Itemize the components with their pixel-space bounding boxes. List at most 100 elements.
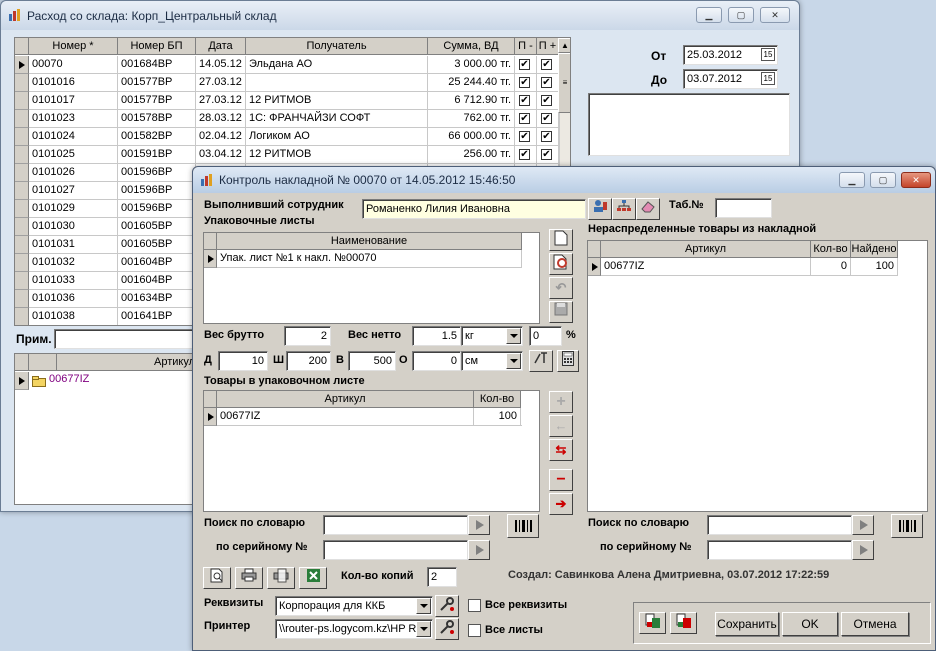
serial-search-field-right[interactable] bbox=[707, 540, 852, 560]
extra-percent-field[interactable]: 0 bbox=[529, 326, 562, 346]
table-row[interactable]: 0101023 001578BP 28.03.12 1С: ФРАНЧАЙЗИ СОФ… bbox=[15, 110, 559, 128]
col-recipient[interactable]: Получатель bbox=[246, 38, 428, 55]
col-found[interactable]: Найдено bbox=[851, 241, 898, 258]
print-icon[interactable] bbox=[235, 567, 263, 589]
p-plus-checkbox[interactable]: ✔ bbox=[541, 149, 552, 160]
filter-notes-area[interactable] bbox=[588, 93, 790, 156]
p-plus-checkbox[interactable]: ✔ bbox=[541, 95, 552, 106]
col-name[interactable]: Наименование bbox=[217, 233, 522, 250]
col-bp-number[interactable]: Номер БП bbox=[118, 38, 196, 55]
table-row[interactable]: 00677IZ 0 100 bbox=[588, 258, 898, 276]
requisites-select[interactable]: Корпорация для ККБ bbox=[275, 596, 433, 616]
p-minus-checkbox[interactable]: ✔ bbox=[519, 59, 530, 70]
edit-document-icon[interactable] bbox=[549, 253, 573, 275]
scroll-up-button[interactable]: ▲ bbox=[558, 38, 570, 53]
search-go-icon[interactable] bbox=[852, 515, 874, 535]
ok-button[interactable]: OK bbox=[782, 612, 838, 636]
search-dictionary-field[interactable] bbox=[323, 515, 468, 535]
p-minus-checkbox[interactable]: ✔ bbox=[519, 113, 530, 124]
export-red-icon[interactable] bbox=[670, 612, 697, 634]
requisites-settings-icon[interactable] bbox=[435, 595, 459, 617]
table-row[interactable]: Упак. лист №1 к накл. №00070 bbox=[204, 250, 522, 268]
eraser-icon[interactable] bbox=[636, 198, 660, 220]
table-row[interactable]: 00677IZ bbox=[15, 372, 198, 390]
printer-select[interactable]: \\router-ps.logycom.kz\HP R bbox=[275, 619, 433, 639]
dropdown-arrow-icon[interactable] bbox=[416, 598, 431, 614]
maximize-button[interactable]: ▢ bbox=[728, 7, 754, 23]
volume-field[interactable]: 0 bbox=[412, 351, 461, 371]
table-row[interactable]: 0101024 001582BP 02.04.12 Логиком АО 66 000.… bbox=[15, 128, 559, 146]
main-titlebar[interactable]: Расход со склада: Корп_Центральный склад… bbox=[1, 1, 799, 30]
col-p-plus[interactable]: П + bbox=[537, 38, 559, 55]
plus-icon[interactable]: + bbox=[549, 391, 573, 413]
table-row[interactable]: 0101016 001577BP 27.03.12 25 244.40 тг. ✔ ✔ bbox=[15, 74, 559, 92]
tab-number-field[interactable] bbox=[715, 198, 772, 218]
close-button[interactable]: ✕ bbox=[901, 172, 931, 188]
col-number[interactable]: Номер * bbox=[29, 38, 118, 55]
search-dictionary-field-right[interactable] bbox=[707, 515, 852, 535]
search-go-icon[interactable] bbox=[468, 515, 490, 535]
arrow-right-icon[interactable]: ➔ bbox=[549, 493, 573, 515]
maximize-button[interactable]: ▢ bbox=[870, 172, 896, 188]
table-row[interactable]: 0101017 001577BP 27.03.12 12 РИТМОВ 6 712.90… bbox=[15, 92, 559, 110]
serial-search-field[interactable] bbox=[323, 540, 468, 560]
p-minus-checkbox[interactable]: ✔ bbox=[519, 95, 530, 106]
preview-icon[interactable] bbox=[203, 567, 231, 589]
col-p-minus[interactable]: П - bbox=[515, 38, 537, 55]
barcode-icon[interactable] bbox=[507, 514, 539, 538]
weight-unit-select[interactable]: кг bbox=[461, 326, 523, 346]
serial-go-icon[interactable] bbox=[468, 540, 490, 560]
width-field[interactable]: 200 bbox=[286, 351, 331, 371]
col-quantity[interactable]: Кол-во bbox=[474, 391, 521, 408]
calendar-icon[interactable]: 15 bbox=[761, 72, 775, 85]
arrow-left-icon[interactable]: ← bbox=[549, 415, 573, 437]
scroll-thumb[interactable]: ≡ bbox=[558, 53, 570, 113]
calendar-icon[interactable]: 15 bbox=[761, 48, 775, 61]
dropdown-arrow-icon[interactable] bbox=[506, 328, 521, 344]
col-quantity[interactable]: Кол-во bbox=[811, 241, 851, 258]
measure-icon[interactable] bbox=[529, 350, 553, 372]
export-green-icon[interactable] bbox=[639, 612, 666, 634]
barcode-icon[interactable] bbox=[891, 514, 923, 538]
undo-icon[interactable]: ↶ bbox=[549, 277, 573, 299]
from-date-field[interactable]: 25.03.2012 15 bbox=[683, 45, 778, 65]
col-article[interactable]: Артикул bbox=[217, 391, 474, 408]
height-field[interactable]: 500 bbox=[348, 351, 396, 371]
all-requisites-checkbox[interactable] bbox=[468, 599, 481, 612]
p-minus-checkbox[interactable]: ✔ bbox=[519, 149, 530, 160]
close-button[interactable]: ✕ bbox=[760, 7, 790, 23]
size-unit-select[interactable]: см bbox=[461, 351, 523, 371]
save-button[interactable]: Сохранить bbox=[715, 612, 779, 636]
save-disk-icon[interactable] bbox=[549, 301, 573, 323]
printer-settings-icon[interactable] bbox=[435, 618, 459, 640]
calculator-icon[interactable] bbox=[557, 350, 579, 372]
dropdown-arrow-icon[interactable] bbox=[416, 621, 431, 637]
gross-weight-field[interactable]: 2 bbox=[284, 326, 331, 346]
col-date[interactable]: Дата bbox=[196, 38, 246, 55]
col-article[interactable]: Артикул bbox=[57, 354, 198, 371]
all-sheets-checkbox[interactable] bbox=[468, 624, 481, 637]
copies-field[interactable]: 2 bbox=[427, 567, 457, 587]
minus-icon[interactable]: − bbox=[549, 469, 573, 491]
print-setup-icon[interactable] bbox=[267, 567, 295, 589]
excel-icon[interactable] bbox=[299, 567, 327, 589]
to-date-field[interactable]: 03.07.2012 15 bbox=[683, 69, 778, 89]
p-plus-checkbox[interactable]: ✔ bbox=[541, 77, 552, 88]
p-minus-checkbox[interactable]: ✔ bbox=[519, 131, 530, 142]
table-row[interactable]: 00070 001684BP 14.05.12 Эльдана АО 3 000.00 … bbox=[15, 56, 559, 74]
minimize-button[interactable]: ▁ bbox=[839, 172, 865, 188]
employee-field[interactable]: Романенко Лилия Ивановна bbox=[362, 199, 586, 219]
dialog-titlebar[interactable]: Контроль накладной № 00070 от 14.05.2012… bbox=[193, 167, 935, 193]
minimize-button[interactable]: ▁ bbox=[696, 7, 722, 23]
new-document-icon[interactable] bbox=[549, 229, 573, 251]
employee-pick-icon[interactable] bbox=[588, 198, 612, 220]
swap-arrows-icon[interactable]: ⇆ bbox=[549, 439, 573, 461]
p-plus-checkbox[interactable]: ✔ bbox=[541, 131, 552, 142]
org-chart-icon[interactable] bbox=[612, 198, 636, 220]
cancel-button[interactable]: Отмена bbox=[841, 612, 909, 636]
table-row[interactable]: 0101025 001591BP 03.04.12 12 РИТМОВ 256.00 т… bbox=[15, 146, 559, 164]
p-plus-checkbox[interactable]: ✔ bbox=[541, 113, 552, 124]
net-weight-field[interactable]: 1.5 bbox=[412, 326, 461, 346]
serial-go-icon[interactable] bbox=[852, 540, 874, 560]
dropdown-arrow-icon[interactable] bbox=[506, 353, 521, 369]
